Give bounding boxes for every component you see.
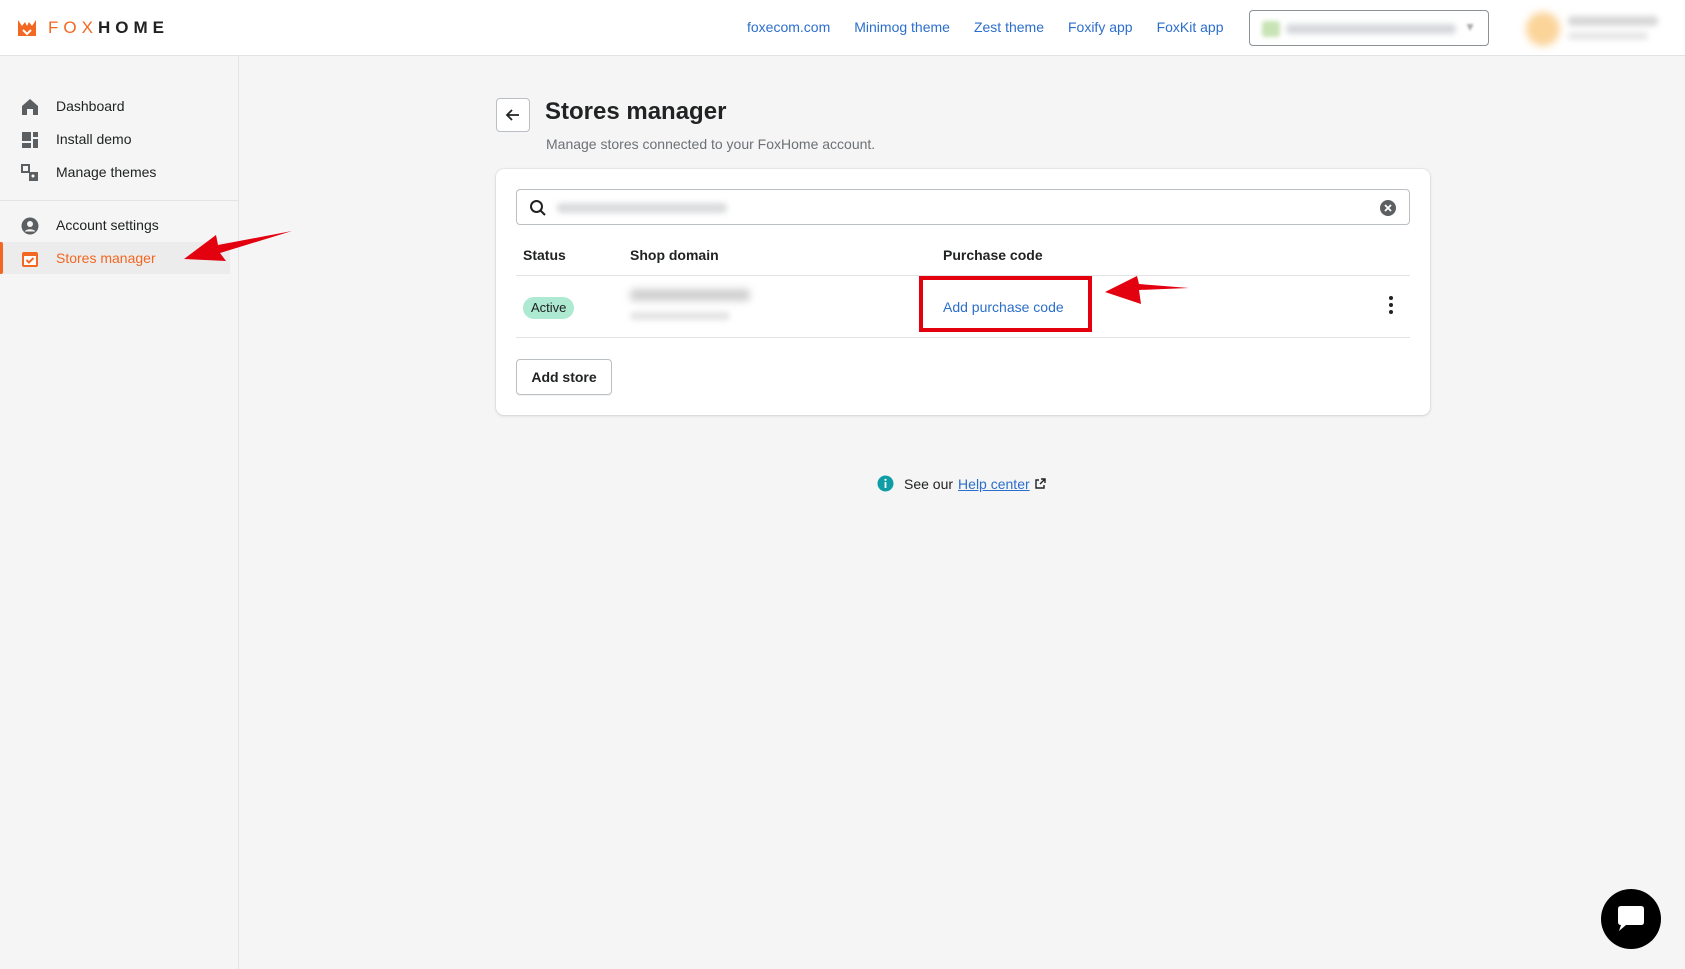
store-selector[interactable]: ▼: [1249, 10, 1489, 46]
help-footer: See our Help center: [877, 475, 1046, 492]
back-button[interactable]: [496, 98, 530, 132]
row-divider: [516, 337, 1410, 338]
sidebar-item-manage-themes[interactable]: Manage themes: [0, 156, 230, 188]
more-options-icon[interactable]: [1381, 293, 1401, 317]
sidebar-item-account-settings[interactable]: Account settings: [0, 209, 230, 241]
clear-icon[interactable]: [1379, 199, 1397, 217]
chat-button[interactable]: [1601, 889, 1661, 949]
fox-logo-icon: [18, 20, 36, 36]
help-center-link[interactable]: Help center: [958, 476, 1030, 492]
foxhome-logo[interactable]: FOXHOME: [16, 17, 169, 39]
sidebar-item-label: Stores manager: [56, 250, 156, 266]
sidebar-item-stores-manager[interactable]: Stores manager: [0, 242, 230, 274]
store-icon: [22, 252, 38, 267]
column-header-shop-domain: Shop domain: [630, 247, 719, 263]
highlight-box: [919, 276, 1092, 332]
sidebar-item-label: Account settings: [56, 217, 159, 233]
search-input[interactable]: [516, 189, 1410, 225]
chat-bubble-icon: [1618, 906, 1644, 931]
sidebar-item-label: Install demo: [56, 131, 132, 147]
sidebar-item-label: Manage themes: [56, 164, 157, 180]
shop-name-blurred: [630, 289, 750, 301]
column-header-purchase-code: Purchase code: [943, 247, 1043, 263]
arrow-left-icon: [505, 109, 519, 121]
top-links: foxecom.com Minimog theme Zest theme Fox…: [747, 19, 1248, 35]
layout-icon: [22, 132, 38, 148]
top-link-foxecom[interactable]: foxecom.com: [747, 19, 830, 35]
page-subtitle: Manage stores connected to your FoxHome …: [546, 136, 876, 152]
store-name-blurred: [1286, 24, 1456, 34]
help-prefix: See our: [904, 475, 954, 492]
page-title: Stores manager: [545, 98, 727, 125]
search-value-blurred: [557, 203, 727, 213]
external-link-icon: [1034, 477, 1046, 489]
top-bar: FOXHOME foxecom.com Minimog theme Zest t…: [0, 0, 1685, 56]
chevron-down-icon: ▼: [1464, 20, 1476, 34]
search-icon: [530, 200, 546, 216]
logo-text-fox: FOX: [48, 18, 98, 37]
info-icon: [877, 475, 894, 492]
themes-icon: [21, 164, 38, 181]
store-avatar-blurred: [1262, 21, 1280, 37]
shop-domain-blurred: [630, 312, 730, 320]
sidebar-divider: [0, 200, 239, 201]
sidebar-item-label: Dashboard: [56, 98, 125, 114]
top-link-zest[interactable]: Zest theme: [974, 19, 1044, 35]
home-icon: [22, 99, 38, 115]
top-link-foxkit[interactable]: FoxKit app: [1157, 19, 1224, 35]
status-badge: Active: [523, 297, 575, 319]
logo-text-home: HOME: [97, 18, 169, 37]
top-link-foxify[interactable]: Foxify app: [1068, 19, 1133, 35]
user-menu[interactable]: [1526, 8, 1661, 48]
sidebar: Dashboard Install demo Manage themes Acc…: [0, 56, 239, 969]
top-link-minimog[interactable]: Minimog theme: [854, 19, 950, 35]
add-store-button[interactable]: Add store: [516, 359, 612, 395]
user-name-blurred: [1568, 16, 1658, 26]
user-email-blurred: [1568, 32, 1648, 40]
sidebar-item-dashboard[interactable]: Dashboard: [0, 90, 230, 122]
sidebar-item-install-demo[interactable]: Install demo: [0, 123, 230, 155]
account-icon: [21, 217, 39, 235]
column-header-status: Status: [523, 247, 566, 263]
avatar: [1526, 12, 1560, 46]
